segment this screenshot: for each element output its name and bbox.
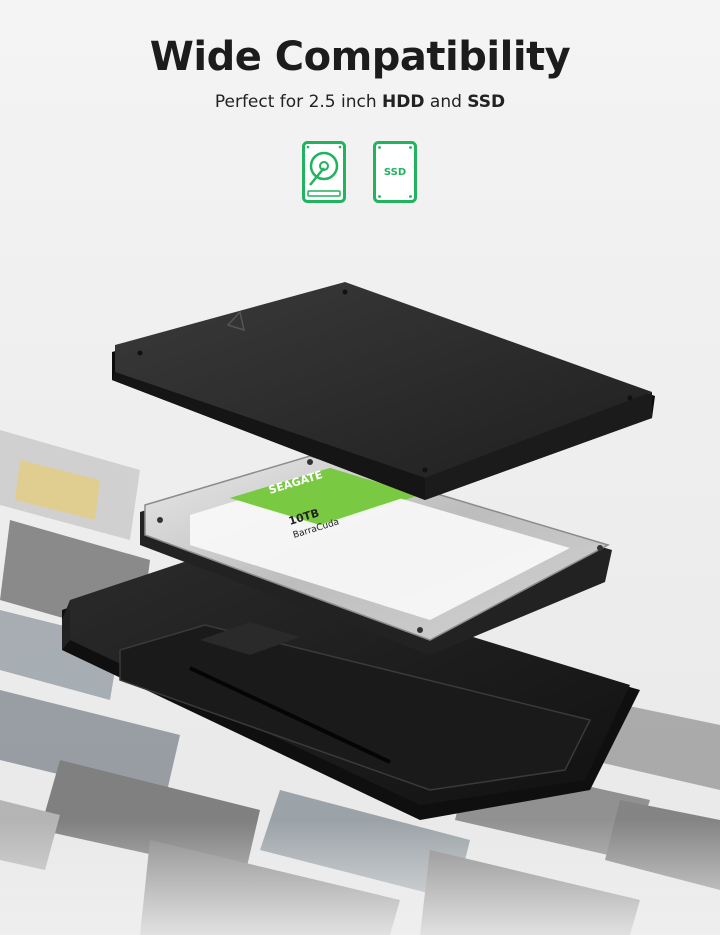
enclosure-lid	[112, 282, 655, 500]
product-scene: SEAGATE 10TB BarraCuda	[0, 282, 720, 935]
